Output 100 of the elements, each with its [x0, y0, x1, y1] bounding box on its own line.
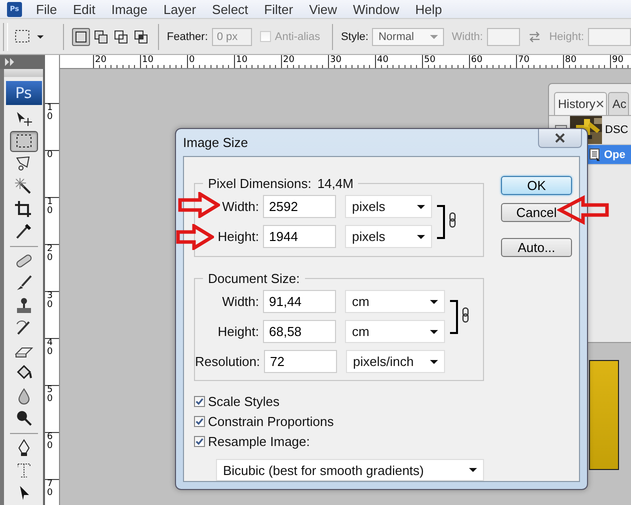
unit-dropdown[interactable]: pixels: [345, 225, 432, 248]
ruler-label: 0: [189, 55, 195, 65]
group-label: Pixel Dimensions:: [208, 176, 312, 191]
menu-item[interactable]: File: [30, 2, 63, 16]
width-label: Width:: [452, 30, 483, 42]
swap-icon[interactable]: [528, 30, 542, 44]
caret-icon: [430, 300, 438, 304]
anti-alias-label: Anti-alias: [274, 30, 320, 42]
ruler-label: 0: [47, 151, 53, 160]
field-label: Width:: [222, 294, 260, 309]
selection-mode-icon: [114, 30, 128, 44]
ruler-label: 60: [47, 433, 53, 451]
checkmark-icon: [195, 416, 204, 426]
menu-item[interactable]: Filter: [258, 2, 300, 16]
menu-item[interactable]: Edit: [66, 2, 102, 16]
crop-tool-icon: [14, 200, 34, 218]
ruler-label: 30: [330, 55, 342, 65]
selection-mode-button[interactable]: [132, 28, 150, 46]
selection-mode-button[interactable]: [112, 28, 130, 46]
checkbox[interactable]: [194, 436, 205, 446]
selection-mode-icon: [74, 30, 88, 44]
menu-item[interactable]: Layer: [158, 2, 202, 16]
input-field[interactable]: 68,58: [263, 320, 336, 343]
option-label: Resample Image:: [208, 434, 310, 448]
menu-item[interactable]: View: [303, 2, 344, 16]
dialog-button[interactable]: OK: [501, 176, 572, 195]
ruler-label: 20: [47, 245, 53, 263]
ruler-label: 70: [47, 480, 53, 498]
ruler-label: 40: [377, 55, 388, 65]
caret-icon: [430, 34, 438, 38]
checkmark-icon: [195, 436, 204, 446]
feather-label: Feather:: [166, 30, 208, 42]
ruler-label: 30: [47, 292, 53, 310]
dialog-title: Image Size: [183, 135, 248, 150]
checkbox[interactable]: [194, 396, 205, 406]
caret-icon: [417, 204, 425, 208]
ruler-label: 90: [612, 55, 624, 65]
close-icon[interactable]: [596, 100, 604, 108]
unit-dropdown[interactable]: cm: [345, 290, 445, 313]
ruler-label: 10: [236, 55, 248, 65]
panel-tab[interactable]: History: [554, 92, 608, 115]
caret-icon: [417, 234, 425, 238]
width-field[interactable]: [486, 28, 520, 46]
ruler-label: 10: [47, 104, 53, 122]
dialog-button[interactable]: Auto...: [501, 238, 572, 257]
style-dropdown[interactable]: Normal: [372, 28, 444, 46]
field-label: Height:: [218, 229, 260, 244]
style-label: Style:: [340, 30, 368, 42]
ruler-label: 10: [142, 55, 154, 65]
checkbox[interactable]: [194, 416, 205, 426]
dialog-button[interactable]: Cancel: [501, 203, 572, 222]
option-label: Constrain Proportions: [208, 414, 334, 428]
unit-dropdown[interactable]: pixels/inch: [346, 350, 445, 373]
selection-mode-button[interactable]: [72, 28, 90, 46]
input-field[interactable]: 2592: [263, 195, 336, 218]
marquee-tool-icon: [14, 132, 34, 150]
double-arrow-icon: [4, 58, 16, 66]
close-icon: [554, 133, 566, 143]
history-state-icon: [589, 148, 601, 162]
eyedropper-tool-icon: [14, 222, 34, 240]
unit-dropdown[interactable]: pixels: [345, 195, 432, 218]
height-field[interactable]: [588, 28, 631, 46]
group-label: Document Size:: [208, 271, 300, 286]
caret-icon: [430, 360, 438, 364]
ruler-label: 50: [47, 386, 53, 404]
ruler-label: 40: [47, 339, 53, 357]
input-field[interactable]: 91,44: [263, 290, 336, 313]
wand-tool-icon: [14, 177, 34, 195]
caret-icon: [430, 330, 438, 334]
annotation-arrow: [557, 195, 609, 225]
height-label: Height:: [549, 30, 584, 42]
checkmark-icon: [195, 396, 204, 406]
unit-dropdown[interactable]: cm: [345, 320, 445, 343]
close-button[interactable]: [538, 129, 582, 148]
menu-item[interactable]: Window: [347, 2, 406, 16]
menu-item[interactable]: Help: [409, 2, 448, 16]
field-label: Height:: [218, 324, 260, 339]
annotation-arrow: [178, 192, 220, 218]
ruler-label: 10: [47, 198, 53, 216]
tool-button[interactable]: [10, 130, 38, 152]
selection-mode-icon: [134, 30, 148, 44]
resample-dropdown[interactable]: Bicubic (best for smooth gradients): [216, 459, 484, 481]
selection-mode-button[interactable]: [92, 28, 110, 46]
collapse-button[interactable]: [0, 55, 45, 69]
toolbox-header: [4, 69, 43, 77]
field-label: Width:: [222, 199, 260, 214]
pixel-size-value: 14,4M: [317, 176, 354, 191]
panel-tab[interactable]: Ac: [608, 92, 630, 115]
ruler-label: 20: [95, 55, 106, 65]
input-field[interactable]: 1944: [263, 225, 336, 248]
toolbox-logo: Ps: [6, 81, 42, 105]
ruler-label: 20: [283, 55, 294, 65]
option-label: Scale Styles: [208, 394, 280, 408]
input-field[interactable]: 72: [264, 350, 338, 373]
menu-item[interactable]: Select: [206, 2, 254, 16]
annotation-arrow: [176, 224, 214, 250]
ruler-label: 60: [471, 55, 482, 65]
selection-mode-icon: [94, 30, 108, 44]
ruler-label: 80: [565, 55, 576, 65]
menu-item[interactable]: Image: [105, 2, 154, 16]
